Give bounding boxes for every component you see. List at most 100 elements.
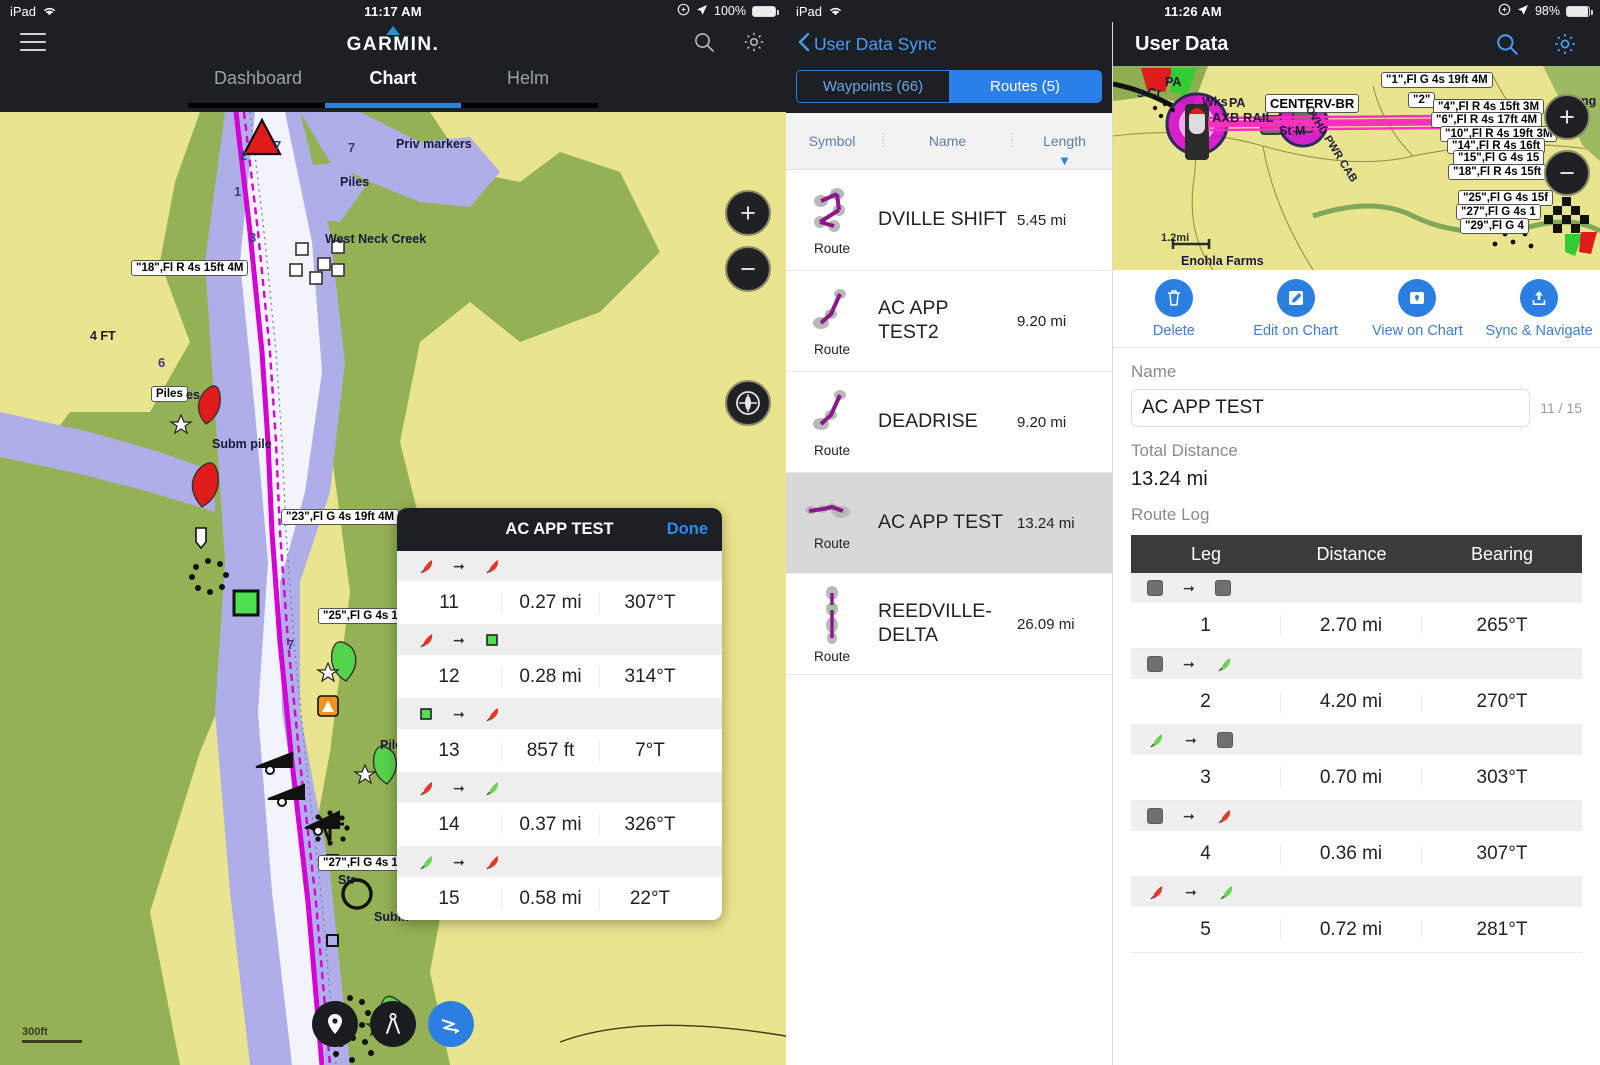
chart-fab-row <box>312 1001 474 1047</box>
map-scale-bar: 300ft <box>22 1026 82 1043</box>
column-header-length-label: Length <box>1043 133 1086 149</box>
zoom-in-button[interactable]: + <box>725 190 771 236</box>
green-marker-icon <box>1215 655 1233 673</box>
gear-icon[interactable] <box>1552 31 1578 57</box>
route-name: DVILLE SHIFT <box>878 208 1007 231</box>
leg-symbols: ➞ <box>397 625 722 655</box>
chart-text: Str <box>338 873 356 887</box>
route-log-row: ➞ 4 0.36 mi 307°T <box>1131 801 1582 877</box>
leg-distance: 0.27 mi <box>502 591 600 614</box>
total-distance-value: 13.24 mi <box>1131 468 1208 490</box>
route-log-table: Leg Distance Bearing ➞ 1 2.70 mi 265°T ➞… <box>1131 535 1582 953</box>
back-button[interactable]: User Data Sync <box>798 32 937 57</box>
route-name-input[interactable] <box>1131 389 1531 427</box>
table-row[interactable]: Route REEDVILLE-DELTA 26.09 mi <box>786 574 1112 675</box>
depth-sounding: 7 <box>287 637 295 652</box>
log-distance: 2.70 mi <box>1281 614 1422 637</box>
sync-navigate-button[interactable]: Sync & Navigate <box>1478 278 1600 339</box>
depth-sounding: 3 <box>249 230 257 245</box>
delete-button[interactable]: Delete <box>1113 278 1235 339</box>
edit-on-chart-label: Edit on Chart <box>1253 322 1338 339</box>
route-preview-map[interactable]: "1",Fl G 4s 19ft 4M "2" "4",Fl R 4s 15ft… <box>1113 66 1600 270</box>
right-clock: 11:26 AM <box>1164 3 1222 19</box>
red-marker-icon <box>1215 807 1233 825</box>
sort-descending-caret-icon: ▼ <box>1058 153 1071 168</box>
green-marker-icon <box>483 779 501 797</box>
left-clock: 11:17 AM <box>364 3 422 19</box>
column-header-name[interactable]: Name <box>888 133 1007 149</box>
chart-label: "25",Fl G 4s 1 <box>318 608 403 624</box>
table-row[interactable]: Route DVILLE SHIFT 5.45 mi <box>786 170 1112 271</box>
chart-text: PA <box>1165 75 1182 89</box>
leg-number: 13 <box>397 739 502 762</box>
route-type-label: Route <box>813 442 851 458</box>
hamburger-menu-icon[interactable] <box>20 33 46 51</box>
chart-text: Enohla Farms <box>1181 254 1264 268</box>
segment-routes[interactable]: Routes (5) <box>949 71 1101 102</box>
view-on-chart-button[interactable]: View on Chart <box>1357 278 1479 339</box>
tab-dashboard[interactable]: Dashboard <box>191 62 326 89</box>
right-status-right: 98% <box>1498 3 1593 19</box>
waypoint-pin-icon[interactable] <box>312 1001 358 1047</box>
dual-app-screenshot: iPad 11:17 AM 100% GARMIN. Dashboard Cha… <box>0 0 1600 1065</box>
tab-helm[interactable]: Helm <box>461 62 596 89</box>
route-type-label: Route <box>813 240 851 256</box>
chart-text: Piles <box>340 175 370 189</box>
log-distance: 0.70 mi <box>1281 766 1422 789</box>
column-header-symbol[interactable]: Symbol <box>786 133 878 149</box>
leg-values: 14 0.37 mi 326°T <box>397 803 722 846</box>
route-symbol: Route <box>786 286 878 357</box>
chart-text: PA <box>1229 96 1246 110</box>
share-upload-icon <box>1520 278 1559 317</box>
preview-zoom-in-button[interactable]: + <box>1544 94 1590 140</box>
route-length: 9.20 mi <box>1017 312 1067 330</box>
route-type-label: Route <box>813 535 851 551</box>
segment-waypoints[interactable]: Waypoints (66) <box>797 71 949 102</box>
route-action-bar: Delete Edit on Chart View on Chart Sync … <box>1113 270 1600 348</box>
table-row[interactable]: Route AC APP TEST 13.24 mi <box>786 473 1112 574</box>
depth-sounding: 7 <box>274 138 282 153</box>
route-detail-panel: User Data "1",Fl G 4s 19ft 4M "2" "4",Fl… <box>1113 0 1600 1065</box>
column-header-length[interactable]: Length ▼ <box>1017 133 1112 168</box>
route-card-legs: ➞ 11 0.27 mi 307°T ➞ 12 0.28 mi 314°T ➞ … <box>397 551 722 920</box>
edit-on-chart-button[interactable]: Edit on Chart <box>1235 278 1357 339</box>
depth-sounding: 1 <box>234 184 242 199</box>
battery-percent: 100% <box>714 4 746 18</box>
leg-group: ➞ 13 857 ft 7°T <box>397 699 722 773</box>
leg-values: 15 0.58 mi 22°T <box>397 877 722 920</box>
leg-distance: 0.28 mi <box>502 665 600 688</box>
nautical-chart-map[interactable]: "18",Fl R 4s 15ft 4M "23",Fl G 4s 19ft 4… <box>0 112 786 1065</box>
column-divider: ⋮ ⋮ <box>878 132 888 149</box>
left-status-bar: iPad 11:17 AM 100% <box>0 0 786 22</box>
leg-number: 11 <box>397 591 502 614</box>
location-arrow-icon <box>1517 4 1529 19</box>
arrow-right-icon: ➞ <box>453 853 465 870</box>
zoom-out-button[interactable]: − <box>725 246 771 292</box>
arrow-right-icon: ➞ <box>453 705 465 722</box>
route-detail-card: AC APP TEST Done ➞ 11 0.27 mi 307°T ➞ 12… <box>397 508 722 920</box>
tab-chart[interactable]: Chart <box>326 62 461 89</box>
divider-compass-icon[interactable] <box>370 1001 416 1047</box>
preview-zoom-out-button[interactable]: − <box>1544 150 1590 196</box>
table-row[interactable]: Route AC APP TEST2 9.20 mi <box>786 271 1112 372</box>
leg-bearing: 307°T <box>624 591 676 613</box>
search-icon[interactable] <box>692 30 716 54</box>
done-button[interactable]: Done <box>667 520 708 539</box>
table-row[interactable]: Route DEADRISE 9.20 mi <box>786 372 1112 473</box>
log-leg: 2 <box>1131 690 1281 713</box>
leg-bearing: 314°T <box>624 665 676 687</box>
route-name: DEADRISE <box>878 410 978 433</box>
left-status-right: 100% <box>677 3 779 19</box>
search-icon[interactable] <box>1494 31 1520 57</box>
gear-icon[interactable] <box>742 30 766 54</box>
route-icon[interactable] <box>428 1001 474 1047</box>
compass-orientation-icon[interactable] <box>725 380 771 426</box>
log-bearing: 307°T <box>1476 842 1528 864</box>
name-label: Name <box>1131 362 1177 381</box>
green-square-icon <box>483 631 501 649</box>
name-input-row: 11 / 15 <box>1131 389 1582 427</box>
tab-indicator <box>188 103 599 108</box>
arrow-right-icon: ➞ <box>1185 883 1197 900</box>
rotation-lock-icon <box>677 3 690 19</box>
green-square-icon <box>417 705 435 723</box>
